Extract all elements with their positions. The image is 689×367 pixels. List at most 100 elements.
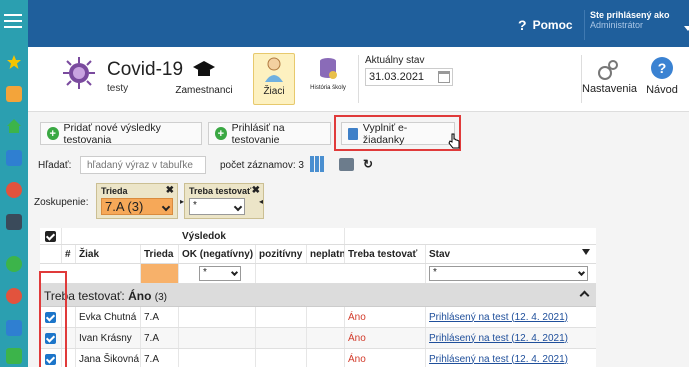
col-number[interactable]: # [62, 245, 76, 263]
shield-icon[interactable] [4, 346, 24, 366]
result-group-header: Výsledok [179, 228, 345, 244]
module-label: Žiaci [263, 86, 285, 97]
student-icon [254, 54, 294, 82]
user-caption: Ste prihlásený ako [590, 10, 670, 20]
chip-value: 7.A (3) [105, 199, 144, 214]
module-historia[interactable]: História školy [306, 53, 350, 105]
chip-caption: Treba testovať [189, 186, 252, 196]
status-link[interactable]: Prihlásený na test (12. 4. 2021) [429, 354, 568, 365]
columns-icon[interactable] [310, 156, 324, 172]
col-neplatny[interactable]: neplatný [307, 245, 345, 263]
table-row[interactable]: Jana Šikovná 7.A Áno Prihlásený na test … [40, 349, 596, 367]
chip-caption: Trieda [101, 186, 128, 196]
chevron-down-icon [230, 268, 239, 277]
cell-trieda: 7.A [141, 307, 179, 327]
move-left-icon[interactable]: ◂ [259, 197, 263, 206]
settings-label: Nastavenia [582, 83, 638, 95]
search-input[interactable] [80, 156, 206, 174]
guide-label: Návod [646, 84, 678, 96]
main-panel: Covid-19 testy Zamestnanci Žiaci Históri… [28, 47, 689, 367]
col-pozitivny[interactable]: pozitívny [256, 245, 307, 263]
add-results-button[interactable]: + Pridať nové výsledky testovania [40, 121, 202, 146]
date-input[interactable]: 31.03.2021 [365, 68, 453, 86]
grouping-label: Zoskupenie: [34, 197, 89, 208]
group-chip-treba-testovat[interactable]: Treba testovať ✖ * [184, 183, 264, 219]
table-row[interactable]: Evka Chutná 7.A Áno Prihlásený na test (… [40, 307, 596, 328]
stav-filter[interactable]: * [426, 264, 596, 283]
chevron-up-icon[interactable] [579, 290, 590, 301]
app-title: Covid-19 [107, 59, 184, 80]
help-circle-icon: ? [651, 57, 673, 79]
chevron-down-icon [684, 26, 689, 31]
app-bar: Covid-19 testy Zamestnanci Žiaci Históri… [28, 47, 689, 112]
cell-treba-testovat: Áno [345, 328, 426, 348]
hamburger-menu-icon[interactable] [4, 14, 22, 28]
module-ziaci[interactable]: Žiaci [253, 53, 295, 105]
cell-treba-testovat: Áno [345, 307, 426, 327]
chevron-down-icon [577, 268, 586, 277]
register-test-button[interactable]: + Prihlásiť na testovanie [208, 122, 331, 146]
close-icon[interactable]: ✖ [252, 185, 260, 196]
print-icon[interactable] [339, 158, 354, 171]
table-row[interactable]: Ivan Krásny 7.A Áno Prihlásený na test (… [40, 328, 596, 349]
treba-group-select[interactable]: * [189, 198, 245, 215]
ok-filter-value: * [203, 267, 207, 278]
hand-cursor-icon [448, 133, 460, 149]
chevron-down-icon [161, 202, 171, 212]
group-value: Áno [128, 289, 152, 303]
filter-row: * * [40, 264, 596, 284]
table-header-group: Výsledok [40, 228, 596, 245]
col-trieda[interactable]: Trieda [141, 245, 179, 263]
cell-ziak: Ivan Krásny [76, 328, 141, 348]
chart-icon[interactable] [4, 286, 24, 306]
cell-ziak: Evka Chutná [76, 307, 141, 327]
chip-value: * [193, 200, 197, 211]
stav-filter-select[interactable]: * [429, 266, 588, 281]
status-link[interactable]: Prihlásený na test (12. 4. 2021) [429, 333, 568, 344]
mail-icon[interactable] [4, 84, 24, 104]
graduation-cap-icon [173, 53, 235, 81]
col-ok[interactable]: OK (negatívny) [179, 245, 256, 263]
guide-button[interactable]: ? Návod [640, 57, 684, 96]
refresh-icon[interactable]: ↻ [363, 157, 373, 171]
plus-icon: + [47, 127, 59, 140]
group-band[interactable]: Treba testovať: Áno (3) [40, 284, 596, 307]
highlight-outline-checkboxes [39, 271, 67, 367]
help-label: Pomoc [532, 18, 573, 32]
status-link[interactable]: Prihlásený na test (12. 4. 2021) [429, 312, 568, 323]
col-ziak[interactable]: Žiak [76, 245, 141, 263]
search-label: Hľadať: [38, 160, 72, 171]
database-icon [306, 53, 350, 81]
briefcase-icon[interactable] [4, 318, 24, 338]
user-menu[interactable]: Ste prihlásený ako Administrátor [584, 10, 689, 40]
star-icon[interactable] [4, 52, 24, 72]
person-icon[interactable] [4, 180, 24, 200]
module-label: História školy [310, 85, 346, 91]
home-icon[interactable] [4, 116, 24, 136]
check-circle-icon[interactable] [4, 254, 24, 274]
module-zamestnanci[interactable]: Zamestnanci [173, 53, 235, 105]
col-stav[interactable]: Stav [426, 245, 596, 263]
cell-treba-testovat: Áno [345, 349, 426, 367]
help-link[interactable]: ? Pomoc [518, 17, 573, 33]
left-sidebar [0, 0, 28, 367]
add-results-label: Pridať nové výsledky testovania [63, 121, 161, 146]
col-treba-testovat[interactable]: Treba testovať [345, 245, 426, 263]
settings-button[interactable]: Nastavenia [581, 55, 638, 103]
document-icon[interactable] [4, 148, 24, 168]
group-chip-trieda[interactable]: Trieda ✖ 7.A (3) [96, 183, 178, 219]
chevron-down-icon [233, 202, 243, 212]
table-header: # Žiak Trieda OK (negatívny) pozitívny n… [40, 245, 596, 264]
close-icon[interactable]: ✖ [166, 185, 174, 196]
calendar-icon[interactable] [4, 212, 24, 232]
question-icon: ? [518, 17, 527, 33]
stav-filter-value: * [433, 267, 437, 278]
trieda-group-select[interactable]: 7.A (3) [101, 198, 173, 215]
user-role: Administrátor [590, 20, 644, 30]
ok-filter-select[interactable]: * [199, 266, 241, 281]
app-subtitle: testy [107, 83, 129, 94]
calendar-icon[interactable] [438, 71, 450, 83]
sort-down-icon[interactable] [582, 249, 590, 255]
ok-filter[interactable]: * [179, 264, 256, 283]
select-all-checkbox[interactable] [40, 228, 62, 244]
